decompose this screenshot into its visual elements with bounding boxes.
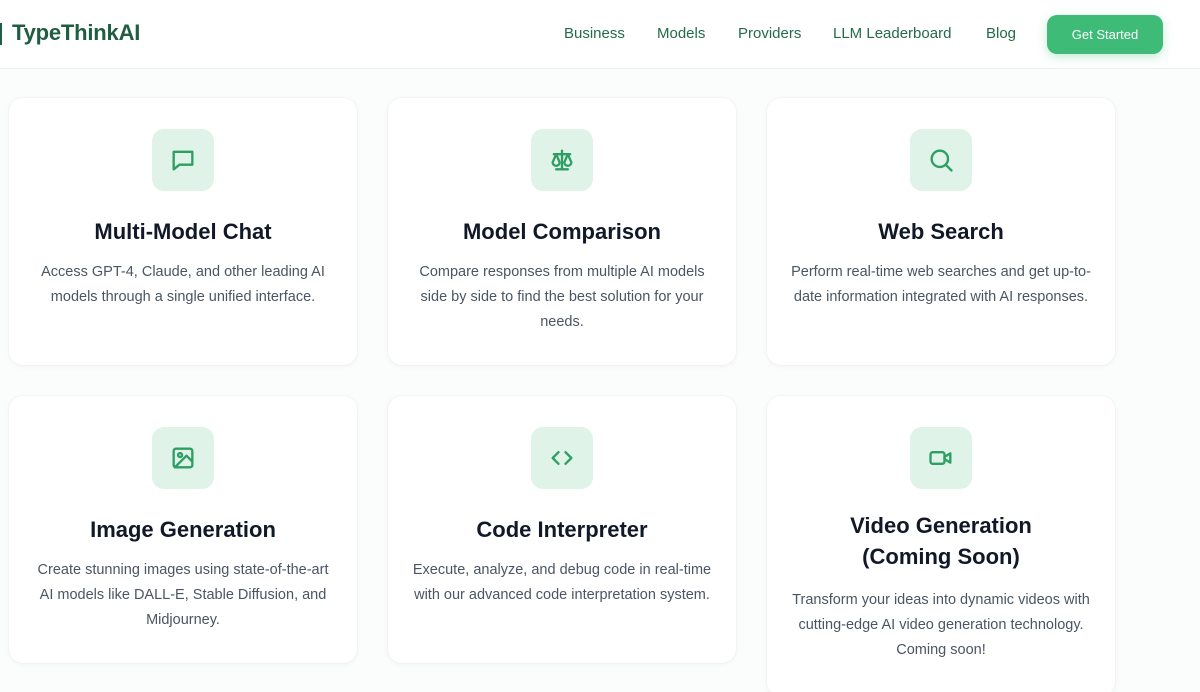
nav-link-business[interactable]: Business (564, 25, 625, 42)
brand-logo[interactable]: TypeThinkAI (12, 20, 140, 46)
feature-card-image-generation: Image Generation Create stunning images … (9, 396, 357, 663)
brand-accent-bar (0, 23, 2, 45)
image-icon (152, 427, 214, 489)
feature-description: Access GPT-4, Claude, and other leading … (41, 264, 325, 305)
page: TypeThinkAI Business Models Providers LL… (0, 0, 1200, 692)
feature-description: Perform real-time web searches and get u… (791, 264, 1091, 305)
feature-description: Execute, analyze, and debug code in real… (412, 562, 712, 603)
get-started-button[interactable]: Get Started (1047, 15, 1163, 54)
feature-description: Compare responses from multiple AI model… (419, 264, 705, 330)
search-icon (910, 129, 972, 191)
feature-title-text: Video Generation (Coming Soon) (850, 513, 1032, 569)
feature-title: Code Interpreter (476, 517, 648, 542)
feature-title: Model Comparison (462, 219, 661, 244)
feature-description: Transform your ideas into dynamic videos… (792, 592, 1090, 658)
navbar: TypeThinkAI Business Models Providers LL… (0, 0, 1200, 69)
feature-description: Create stunning images using state-of-th… (37, 562, 329, 628)
nav-link-blog[interactable]: Blog (986, 25, 1016, 42)
feature-card-web-search: Web Search Perform real-time web searche… (767, 98, 1115, 365)
feature-card-video-generation: Video Generation (Coming Soon) Transform… (767, 396, 1115, 692)
feature-card-multi-model-chat: Multi-Model Chat Access GPT-4, Claude, a… (9, 98, 357, 365)
feature-card-code-interpreter: Code Interpreter Execute, analyze, and d… (388, 396, 736, 663)
feature-title: Web Search (878, 219, 1004, 244)
feature-card-model-comparison: Model Comparison Compare responses from … (388, 98, 736, 365)
nav-link-providers[interactable]: Providers (738, 25, 801, 42)
chat-bubble-icon (152, 129, 214, 191)
feature-title: Multi-Model Chat (94, 219, 272, 244)
feature-title: Image Generation (90, 517, 276, 542)
nav-link-llm-leaderboard[interactable]: LLM Leaderboard (833, 25, 951, 42)
video-camera-icon (910, 427, 972, 489)
code-icon (531, 427, 593, 489)
feature-title: Video Generation (Coming Soon) (767, 510, 1115, 572)
nav-link-models[interactable]: Models (657, 25, 705, 42)
scales-icon (531, 129, 593, 191)
